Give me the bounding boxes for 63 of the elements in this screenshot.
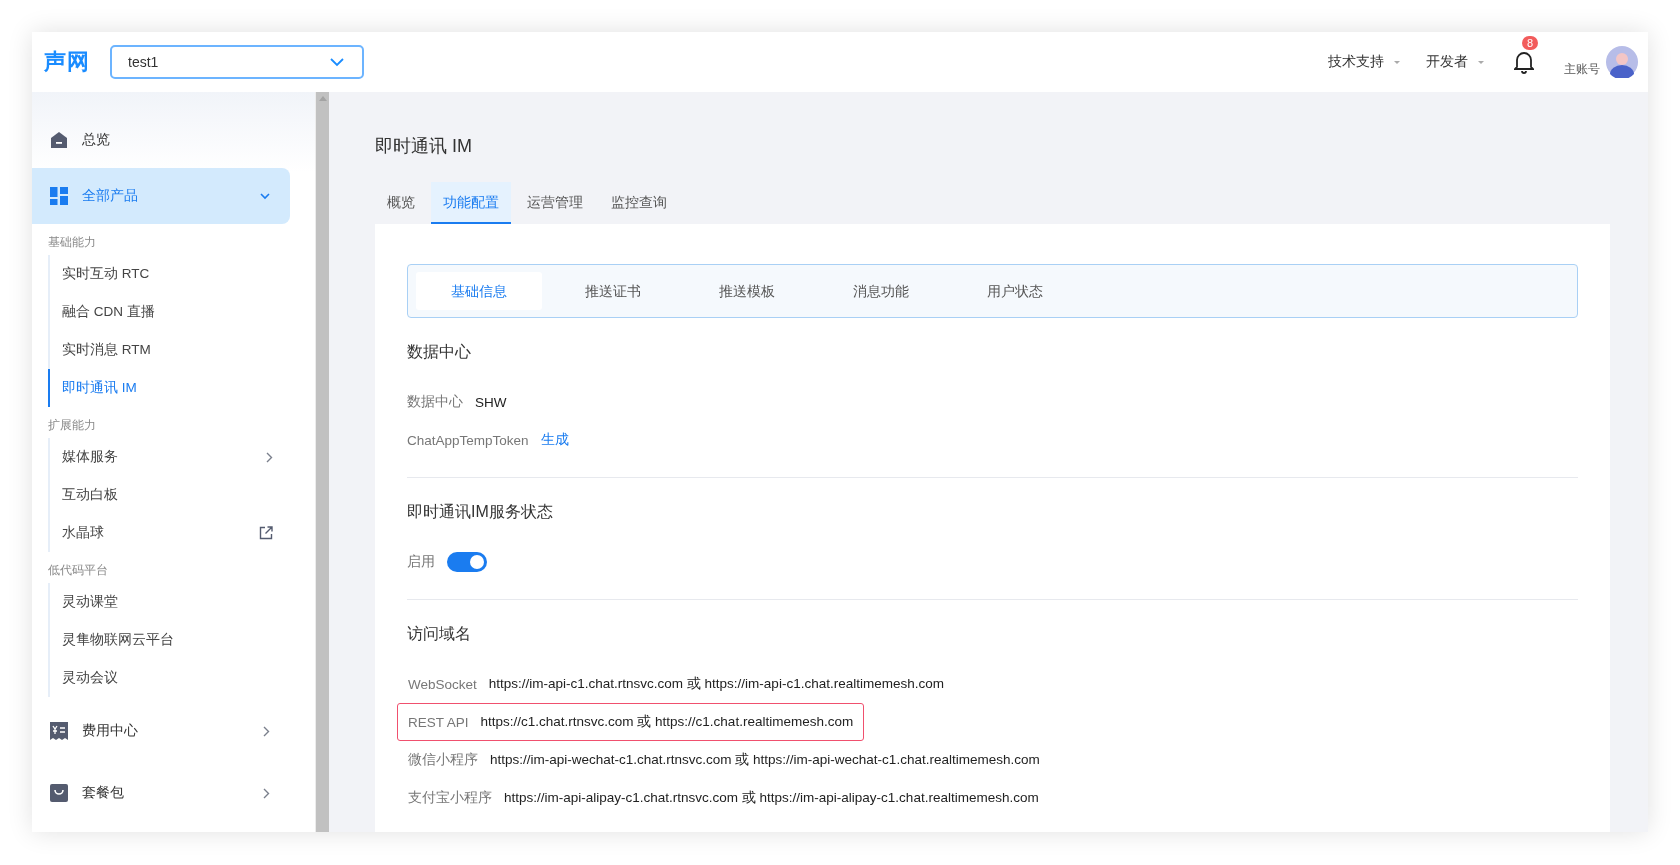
tab[interactable]: 概览 [375, 182, 427, 224]
scrollbar[interactable] [315, 92, 329, 832]
header-menu[interactable]: 技术支持 [1328, 53, 1400, 71]
domain-label: WebSocket [408, 676, 477, 692]
notification-badge: 8 [1522, 36, 1539, 50]
chevron-icon [260, 192, 270, 200]
section-title: 即时通讯IM服务状态 [407, 502, 554, 522]
nav-item[interactable]: 总览 [32, 112, 290, 168]
nav-subitem[interactable]: 实时互动 RTC [48, 255, 273, 293]
grid-icon [50, 187, 68, 205]
domain-value: https://im-api-c1.chat.rtnsvc.com 或 https://im-api-c1.chat.realtimemesh.com [488, 675, 944, 693]
chevron-right-icon [263, 725, 270, 737]
field-label: 数据中心 [407, 393, 463, 411]
subtab[interactable]: 推送模板 [684, 272, 810, 310]
generate-link[interactable]: 生成 [540, 431, 569, 449]
group-heading: 低代码平台 [47, 562, 109, 579]
home-icon [50, 131, 68, 149]
subtab[interactable]: 基础信息 [416, 272, 542, 310]
field-value: SHW [475, 394, 507, 410]
bell-icon[interactable] [1514, 50, 1534, 74]
domain-label: 微信小程序 [408, 751, 478, 769]
receipt-icon [50, 722, 68, 740]
chevron-right-icon [263, 787, 270, 799]
field-label: ChatAppTempToken [407, 432, 529, 448]
external-link-icon [259, 526, 273, 540]
toggle-switch[interactable] [447, 552, 487, 572]
nav-subitem[interactable]: 融合 CDN 直播 [48, 293, 273, 331]
nav-subitem[interactable]: 媒体服务 [48, 438, 273, 476]
nav-subitem[interactable]: 水晶球 [48, 514, 273, 552]
nav-subitem[interactable]: 灵隼物联网云平台 [48, 621, 273, 659]
subtab[interactable]: 消息功能 [818, 272, 944, 310]
tab[interactable]: 运营管理 [515, 182, 595, 224]
nav-item[interactable]: 套餐包 [32, 765, 290, 821]
domain-value: https://im-api-wechat-c1.chat.rtnsvc.com 或 https://im-api-wechat-c1.chat.realtimemesh.com [490, 751, 1040, 769]
caret-icon [1478, 60, 1484, 64]
header-menu[interactable]: 开发者 [1426, 53, 1484, 71]
avatar-icon[interactable] [1606, 46, 1638, 78]
chevron-down-icon [330, 57, 344, 67]
toggle-label: 启用 [407, 553, 435, 571]
group-heading: 基础能力 [47, 234, 97, 251]
page-title: 即时通讯 IM [375, 135, 473, 158]
chevron-right-icon [266, 451, 273, 463]
domain-value: https://c1.chat.rtnsvc.com 或 https://c1.chat.realtimemesh.com [480, 713, 854, 731]
subtab[interactable]: 推送证书 [550, 272, 676, 310]
nav-subitem[interactable]: 实时消息 RTM [48, 331, 273, 369]
group-heading: 扩展能力 [47, 417, 97, 434]
section-title: 访问域名 [407, 624, 472, 644]
subtab[interactable]: 用户状态 [952, 272, 1078, 310]
nav-subitem[interactable]: 互动白板 [48, 476, 273, 514]
domain-value: https://im-api-alipay-c1.chat.rtnsvc.com 或 https://im-api-alipay-c1.chat.realtimemesh.com [504, 789, 1039, 807]
nav-subitem[interactable]: 灵动会议 [48, 659, 273, 697]
domain-label: REST API [408, 714, 469, 730]
tab[interactable]: 功能配置 [431, 182, 511, 224]
account-role[interactable]: 主账号 [1564, 61, 1600, 78]
nav-subitem[interactable]: 即时通讯 IM [48, 369, 273, 407]
nav-item[interactable]: 费用中心 [32, 703, 290, 759]
section-title: 数据中心 [407, 342, 472, 362]
domain-label: 支付宝小程序 [408, 789, 492, 807]
tab[interactable]: 监控查询 [599, 182, 679, 224]
project-select[interactable]: test1 [110, 45, 364, 79]
nav-subitem[interactable]: 灵动课堂 [48, 583, 273, 621]
bag-icon [50, 784, 68, 802]
caret-icon [1394, 60, 1400, 64]
